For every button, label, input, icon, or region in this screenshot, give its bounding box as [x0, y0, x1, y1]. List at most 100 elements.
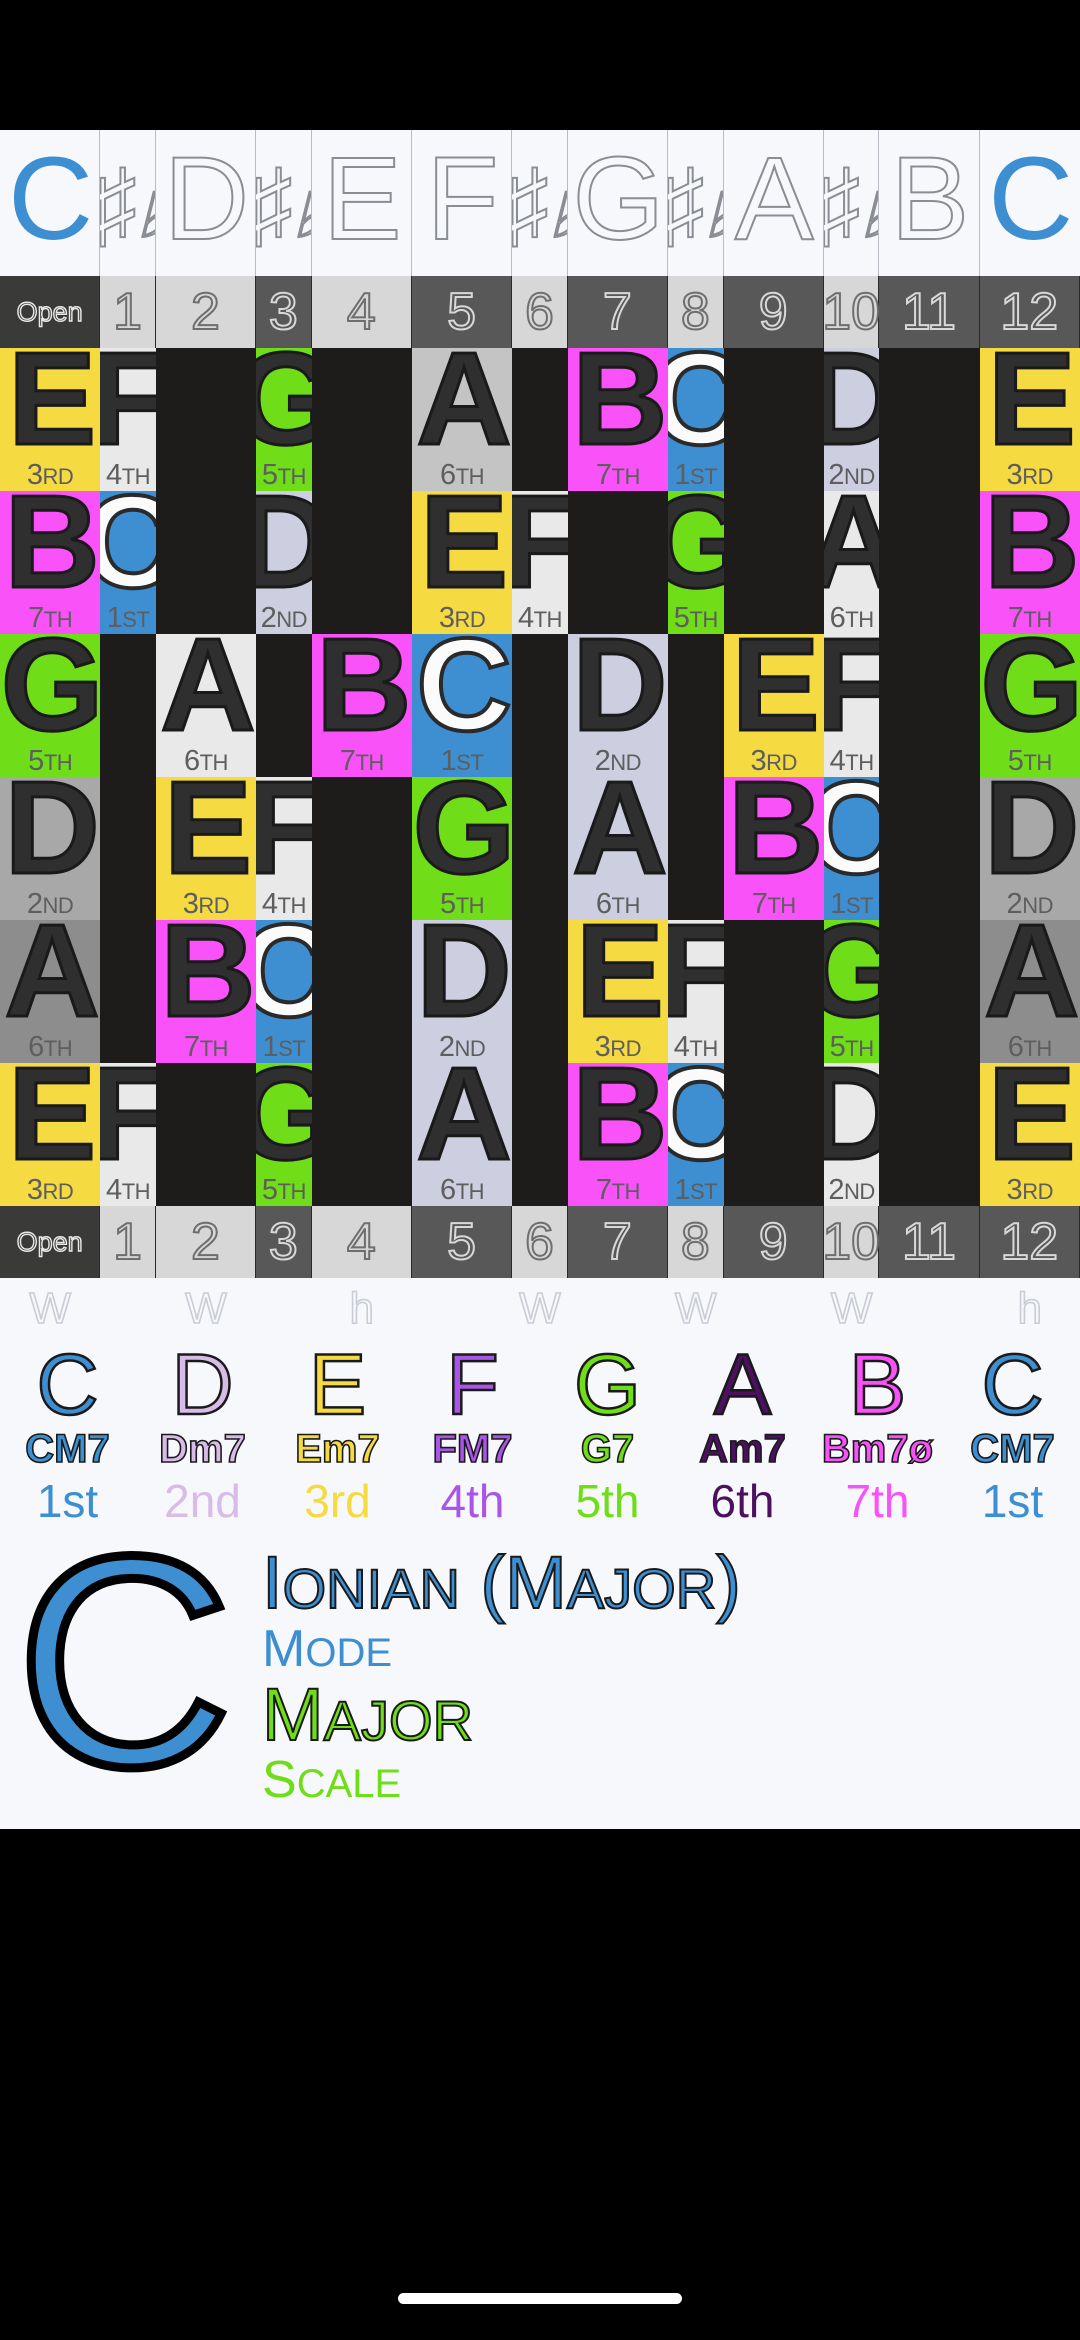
note-cell-D[interactable]: D 2ND: [567, 634, 668, 777]
fret-6[interactable]: 6: [512, 1206, 568, 1278]
note-cell-A[interactable]: A 6TH: [155, 634, 257, 777]
chord-Dm7[interactable]: Dm7: [135, 1426, 270, 1472]
note-cell-empty[interactable]: [311, 491, 412, 634]
note-cell-empty[interactable]: [311, 1063, 412, 1206]
note-cell-empty[interactable]: [879, 491, 980, 634]
scale-letter-E[interactable]: E: [270, 1340, 405, 1430]
scale-letter-C[interactable]: C: [945, 1340, 1080, 1430]
note-cell-G[interactable]: G 5TH: [0, 634, 101, 777]
note-cell-E[interactable]: E 3RD: [567, 920, 668, 1063]
note-cell-empty[interactable]: [723, 348, 824, 491]
note-cell-E[interactable]: E 3RD: [979, 1063, 1080, 1206]
note-cell-F[interactable]: F 4TH: [823, 634, 880, 777]
note-cell-A[interactable]: A 6TH: [567, 777, 668, 920]
fret-5[interactable]: 5: [411, 276, 513, 348]
note-cell-empty[interactable]: [100, 777, 156, 920]
note-cell-empty[interactable]: [155, 491, 257, 634]
scale-letter-D[interactable]: D: [135, 1340, 270, 1430]
fret-1[interactable]: 1: [100, 276, 156, 348]
scale-letter-F[interactable]: F: [405, 1340, 540, 1430]
note-cell-B[interactable]: B 7TH: [155, 920, 257, 1063]
fret-2[interactable]: 2: [155, 276, 257, 348]
chromatic-cell-G[interactable]: G: [568, 130, 668, 276]
fret-10[interactable]: 10: [821, 1206, 881, 1278]
note-cell-empty[interactable]: [100, 634, 156, 777]
scale-letter-G[interactable]: G: [540, 1340, 675, 1430]
note-cell-E[interactable]: E 3RD: [0, 348, 101, 491]
fret-8[interactable]: 8: [667, 1206, 724, 1278]
fret-2[interactable]: 2: [155, 1206, 257, 1278]
fret-open[interactable]: Open: [0, 276, 101, 348]
fret-open[interactable]: Open: [0, 1206, 101, 1278]
ordinal-3rd[interactable]: 3rd: [270, 1472, 405, 1529]
note-cell-G[interactable]: G 5TH: [256, 1063, 312, 1206]
note-cell-B[interactable]: B 7TH: [979, 491, 1080, 634]
fret-5[interactable]: 5: [411, 1206, 513, 1278]
chromatic-cell-E[interactable]: E: [312, 130, 412, 276]
note-cell-A[interactable]: A 6TH: [411, 348, 513, 491]
note-cell-C[interactable]: C 1ST: [823, 777, 880, 920]
chromatic-cell-A[interactable]: A: [724, 130, 824, 276]
note-cell-D[interactable]: D 2ND: [256, 491, 312, 634]
scale-letter-C[interactable]: C: [0, 1340, 135, 1430]
scale-letter-A[interactable]: A: [675, 1340, 810, 1430]
chromatic-cell-C[interactable]: C: [0, 130, 101, 276]
note-cell-G[interactable]: G 5TH: [256, 348, 312, 491]
note-cell-B[interactable]: B 7TH: [311, 634, 412, 777]
note-cell-empty[interactable]: [879, 348, 980, 491]
home-indicator[interactable]: [398, 2293, 682, 2304]
fret-3[interactable]: 3: [256, 276, 312, 348]
fret-4[interactable]: 4: [311, 276, 412, 348]
note-cell-empty[interactable]: [879, 777, 980, 920]
chord-G7[interactable]: G7: [540, 1426, 675, 1472]
ordinal-6th[interactable]: 6th: [675, 1472, 810, 1529]
note-cell-empty[interactable]: [879, 1063, 980, 1206]
fret-9[interactable]: 9: [723, 276, 824, 348]
note-cell-empty[interactable]: [256, 634, 312, 777]
fret-7[interactable]: 7: [567, 1206, 668, 1278]
fret-7[interactable]: 7: [567, 276, 668, 348]
note-cell-E[interactable]: E 3RD: [723, 634, 824, 777]
ordinal-1st[interactable]: 1st: [945, 1472, 1080, 1529]
scale-letter-B[interactable]: B: [810, 1340, 945, 1430]
chromatic-cell-D[interactable]: D: [156, 130, 257, 276]
note-cell-B[interactable]: B 7TH: [723, 777, 824, 920]
ordinal-7th[interactable]: 7th: [810, 1472, 945, 1529]
chromatic-cell-sharp-flat[interactable]: ♯♭: [512, 130, 568, 276]
fret-10[interactable]: 10: [821, 276, 881, 348]
fret-9[interactable]: 9: [723, 1206, 824, 1278]
note-cell-empty[interactable]: [155, 1063, 257, 1206]
chromatic-cell-B[interactable]: B: [879, 130, 980, 276]
note-cell-G[interactable]: G 5TH: [823, 920, 880, 1063]
note-cell-A[interactable]: A 6TH: [411, 1063, 513, 1206]
note-cell-F[interactable]: F 4TH: [100, 1063, 156, 1206]
chromatic-cell-F[interactable]: F: [412, 130, 513, 276]
note-cell-empty[interactable]: [100, 920, 156, 1063]
note-cell-empty[interactable]: [667, 634, 724, 777]
note-cell-D[interactable]: D 2ND: [823, 1063, 880, 1206]
note-cell-F[interactable]: F 4TH: [512, 491, 568, 634]
note-cell-E[interactable]: E 3RD: [411, 491, 513, 634]
note-cell-empty[interactable]: [311, 777, 412, 920]
note-cell-empty[interactable]: [879, 920, 980, 1063]
note-cell-empty[interactable]: [723, 491, 824, 634]
note-cell-F[interactable]: F 4TH: [100, 348, 156, 491]
note-cell-empty[interactable]: [512, 1063, 568, 1206]
note-cell-D[interactable]: D 2ND: [0, 777, 101, 920]
note-cell-C[interactable]: C 1ST: [100, 491, 156, 634]
fret-1[interactable]: 1: [100, 1206, 156, 1278]
note-cell-G[interactable]: G 5TH: [979, 634, 1080, 777]
note-cell-A[interactable]: A 6TH: [0, 920, 101, 1063]
note-cell-D[interactable]: D 2ND: [823, 348, 880, 491]
note-cell-G[interactable]: G 5TH: [667, 491, 724, 634]
note-cell-E[interactable]: E 3RD: [155, 777, 257, 920]
note-cell-A[interactable]: A 6TH: [979, 920, 1080, 1063]
fret-3[interactable]: 3: [256, 1206, 312, 1278]
fret-11[interactable]: 11: [879, 276, 980, 348]
note-cell-A[interactable]: A 6TH: [823, 491, 880, 634]
note-cell-B[interactable]: B 7TH: [567, 348, 668, 491]
fret-12[interactable]: 12: [979, 276, 1080, 348]
note-cell-empty[interactable]: [567, 491, 668, 634]
note-cell-empty[interactable]: [512, 634, 568, 777]
chord-Em7[interactable]: Em7: [270, 1426, 405, 1472]
